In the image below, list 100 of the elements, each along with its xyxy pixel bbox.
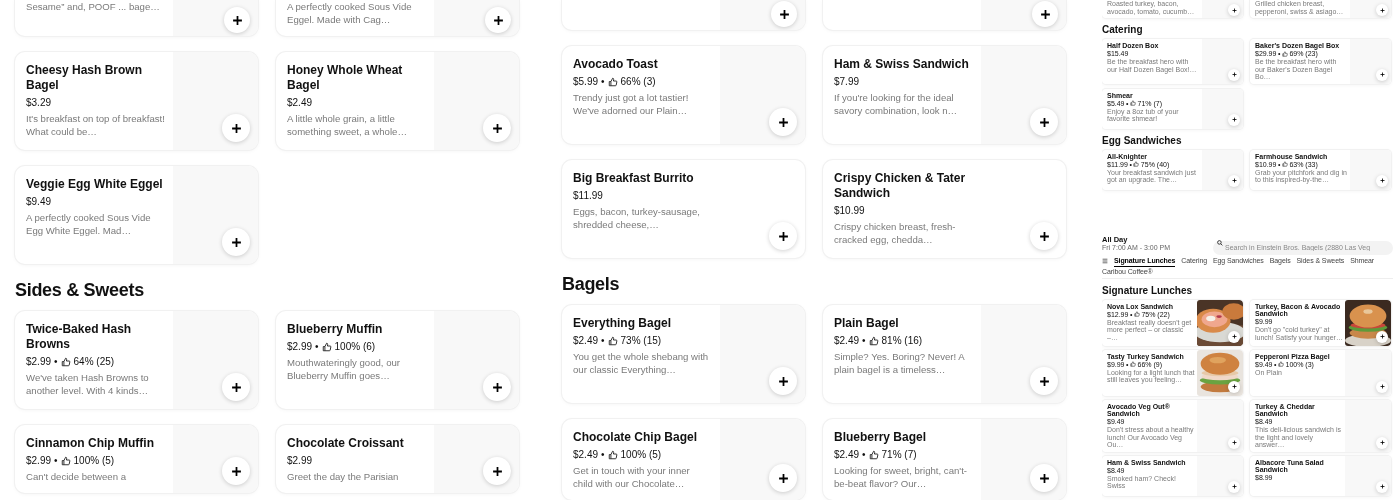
add-button[interactable]: [1228, 113, 1240, 126]
add-button[interactable]: [1376, 480, 1388, 493]
add-button[interactable]: [1030, 108, 1058, 136]
menu-item-card[interactable]: Veggie Egg White Eggel $9.49 A perfectly cooked Sous Vide Egg White Eggel. Mad…: [15, 166, 258, 264]
add-button[interactable]: [769, 222, 797, 250]
menu-item-card[interactable]: Avocado Toast $5.99 • 66% (3) Trendy just got a lot tastier! We've adorned our Plain…: [562, 46, 805, 144]
item-description: Trendy just got a lot tastier! We've adorned our Plain…: [573, 91, 690, 117]
add-button[interactable]: [1376, 68, 1388, 81]
menu-item-card[interactable]: Chocolate Croissant $2.99 Greet the day the Parisian: [276, 425, 519, 493]
item-description: Can't decide between a: [26, 470, 127, 483]
plus-icon: [1379, 7, 1385, 13]
add-button[interactable]: [224, 7, 250, 33]
item-description: Mouthwateringly good, our Blueberry Muffin goes…: [287, 356, 402, 382]
add-button[interactable]: [483, 457, 511, 485]
menu-item-card[interactable]: Crispy Chicken & Tater Sandwich $10.99 Crispy chicken breast, fresh-cracked egg, chedda…: [823, 160, 1066, 258]
item-name: Cinnamon Chip Muffin: [26, 436, 155, 451]
item-price: $2.49: [573, 448, 599, 461]
separator: •: [54, 454, 58, 467]
item-description: Simple? Yes. Boring? Never! A plain bagel is a timeless…: [834, 350, 966, 376]
add-button[interactable]: [1376, 174, 1388, 187]
plus-icon: [777, 472, 789, 484]
add-button[interactable]: [769, 367, 797, 395]
plus-icon: [1039, 8, 1051, 20]
add-button[interactable]: [1228, 68, 1240, 81]
add-button[interactable]: [1030, 464, 1058, 492]
add-button[interactable]: [222, 114, 250, 142]
separator: •: [601, 334, 605, 347]
menu-item-card[interactable]: Blueberry Muffin $2.99 • 100% (6) Mouthwateringly good, our Blueberry Muffin goes…: [276, 311, 519, 409]
add-button[interactable]: [485, 7, 511, 33]
separator: •: [315, 340, 319, 353]
thumbs-up-icon: [1278, 361, 1284, 368]
thumbs-up-icon: [1133, 161, 1140, 168]
item-name: Avocado Toast: [573, 57, 659, 72]
item-price: $7.99: [834, 75, 860, 88]
item-rating: 81% (16): [881, 334, 923, 347]
separator: •: [54, 355, 58, 368]
plus-icon: [1379, 484, 1385, 489]
menu-item-card[interactable]: Sesame” and, POOF ... bage…: [15, 0, 258, 36]
menu-item-card[interactable]: Blueberry Bagel $2.49 • 71% (7) Looking for sweet, bright, can't-be-beat flavor? Our…: [823, 419, 1066, 500]
plus-icon: [777, 375, 789, 387]
menu-item-card[interactable]: A perfectly cooked Sous Vide Eggel. Made with Cag…: [276, 0, 519, 36]
plus-icon: [1379, 384, 1385, 389]
menu-item-card[interactable]: Cheesy Hash Brown Bagel $3.29 It's breakfast on top of breakfast! What could be…: [15, 52, 258, 150]
menu-item-card[interactable]: Twice-Baked Hash Browns $2.99 • 64% (25) We've taken Hash Browns to another level. With 4 kinds…: [15, 311, 258, 409]
plus-icon: [230, 236, 242, 248]
add-button[interactable]: [1376, 4, 1388, 16]
add-button[interactable]: [1376, 436, 1388, 449]
item-name: Honey Whole Wheat Bagel: [287, 63, 404, 93]
plus-icon: [1231, 384, 1237, 389]
thumbs-up-icon: [321, 341, 332, 352]
section-heading: Bagels: [562, 274, 621, 295]
add-button[interactable]: [1228, 480, 1240, 493]
add-button[interactable]: [1032, 1, 1058, 27]
plus-icon: [1038, 472, 1050, 484]
add-button[interactable]: [771, 1, 797, 27]
section-heading: Catering: [1102, 24, 1144, 35]
item-name: Blueberry Muffin: [287, 322, 384, 337]
add-button[interactable]: [1376, 380, 1388, 393]
menu-item-card[interactable]: Ham & Swiss Sandwich $7.99 If you're looking for the ideal savory combination, look n…: [823, 46, 1066, 144]
item-name: Cheesy Hash Brown Bagel: [26, 63, 144, 93]
add-button[interactable]: [483, 373, 511, 401]
add-button[interactable]: [1228, 174, 1240, 187]
thumbs-up-icon: [1130, 361, 1136, 368]
menu-item-card[interactable]: Plain Bagel $2.49 • 81% (16) Simple? Yes. Boring? Never! A plain bagel is a timeless…: [823, 305, 1066, 403]
menu-item-card[interactable]: Chocolate Chip Bagel $2.49 • 100% (5) Get in touch with your inner child with our Chocolate…: [562, 419, 805, 500]
menu-item-card[interactable]: Cinnamon Chip Muffin $2.99 • 100% (5) Can't decide between a: [15, 425, 258, 493]
add-button[interactable]: [1030, 222, 1058, 250]
thumbs-up-icon: [1133, 311, 1140, 318]
add-button[interactable]: [769, 464, 797, 492]
thumbs-up-icon: [607, 335, 618, 346]
add-button[interactable]: [222, 457, 250, 485]
menu-item-card[interactable]: Honey Whole Wheat Bagel $2.49 A little whole grain, a little something sweet, a whole…: [276, 52, 519, 150]
menu-item-card[interactable]: Big Breakfast Burrito $11.99 Eggs, bacon, turkey-sausage, shredded cheese,…: [562, 160, 805, 258]
plus-icon: [1231, 7, 1237, 13]
search-icon: [1217, 240, 1223, 246]
item-name: Veggie Egg White Eggel: [26, 177, 164, 192]
add-button[interactable]: [1030, 367, 1058, 395]
item-price: $3.29: [26, 96, 52, 109]
add-button[interactable]: [222, 373, 250, 401]
thumbs-up-icon: [1130, 100, 1136, 107]
plus-icon: [1231, 484, 1237, 489]
menu-item-card[interactable]: Everything Bagel $2.49 • 73% (15) You get the whole shebang with our classic Everything…: [562, 305, 805, 403]
add-button[interactable]: [483, 114, 511, 142]
item-name: Chocolate Chip Bagel: [573, 430, 698, 445]
add-button[interactable]: [222, 228, 250, 256]
add-button[interactable]: [769, 108, 797, 136]
item-description: Eggs, bacon, turkey-sausage, shredded cheese,…: [573, 205, 701, 231]
item-name: Twice-Baked Hash Browns: [26, 322, 133, 352]
item-price: $5.99: [573, 75, 599, 88]
item-rating: 100% (6): [334, 340, 376, 353]
plus-icon: [1231, 117, 1237, 122]
add-button[interactable]: [1228, 436, 1240, 449]
item-rating: 64% (25): [73, 355, 115, 368]
item-price: $9.49: [26, 195, 52, 208]
item-price: $2.49: [573, 334, 599, 347]
plus-icon: [1231, 440, 1237, 445]
add-button[interactable]: [1228, 4, 1240, 16]
thumbs-up-icon: [60, 356, 71, 367]
item-price: $2.49: [834, 448, 860, 461]
plus-icon: [1231, 72, 1237, 77]
